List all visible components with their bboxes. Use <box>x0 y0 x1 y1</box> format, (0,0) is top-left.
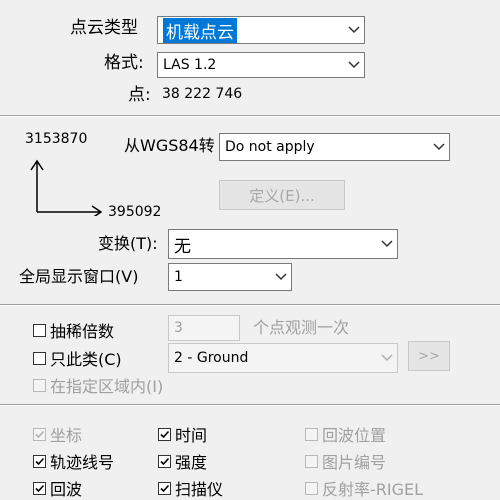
checkbox-box[interactable] <box>33 378 46 392</box>
cloud-type-select[interactable]: 机载点云 <box>157 16 365 44</box>
thin-value: 3 <box>174 320 183 336</box>
checkmark-icon <box>35 430 45 438</box>
points-value: 38 222 746 <box>162 86 243 102</box>
class-value: 2 - Ground <box>174 350 249 366</box>
attr-echo-checkbox[interactable]: 回波 <box>33 476 82 500</box>
checkmark-icon <box>160 484 170 492</box>
chevron-down-icon[interactable] <box>271 264 291 290</box>
class-select[interactable]: 2 - Ground <box>168 343 398 373</box>
transform-value: 无 <box>174 236 191 257</box>
format-value: LAS 1.2 <box>163 57 217 73</box>
attr-line-no-label: 轨迹线号 <box>50 453 115 472</box>
checkbox-box[interactable] <box>33 427 46 441</box>
chevron-down-icon[interactable] <box>377 344 397 372</box>
checkbox-box[interactable] <box>158 427 171 441</box>
attr-reflect-checkbox[interactable]: 反射率-RIGEL <box>305 476 423 500</box>
attr-echo-pos-label: 回波位置 <box>322 426 387 445</box>
chevron-down-icon[interactable] <box>344 53 364 77</box>
thin-input[interactable]: 3 <box>168 315 240 341</box>
attr-coord-checkbox[interactable]: 坐标 <box>33 422 82 446</box>
checkmark-icon <box>160 457 170 465</box>
checkmark-icon <box>35 484 45 492</box>
checkbox-box[interactable] <box>158 454 171 468</box>
attr-intensity-label: 强度 <box>175 453 208 472</box>
global-window-select[interactable]: 1 <box>168 263 292 291</box>
checkbox-box[interactable] <box>33 454 46 468</box>
thin-label: 抽稀倍数 <box>50 322 115 341</box>
checkbox-box[interactable] <box>158 481 171 495</box>
attr-scanner-checkbox[interactable]: 扫描仪 <box>158 476 223 500</box>
region-label: 在指定区域内(I) <box>50 377 164 396</box>
axis-arrows-icon <box>28 158 108 220</box>
format-label: 格式: <box>104 53 144 73</box>
chevron-down-icon[interactable] <box>377 230 397 258</box>
checkmark-icon <box>35 457 45 465</box>
checkbox-box[interactable] <box>305 454 318 468</box>
wgs-transform-label: 从WGS84转 <box>124 136 215 155</box>
attr-image-no-checkbox[interactable]: 图片编号 <box>305 449 386 473</box>
cloud-type-label: 点云类型 <box>70 18 138 38</box>
checkbox-box[interactable] <box>33 481 46 495</box>
checkbox-box[interactable] <box>305 427 318 441</box>
attr-line-no-checkbox[interactable]: 轨迹线号 <box>33 449 114 473</box>
global-window-value: 1 <box>174 269 183 285</box>
format-select[interactable]: LAS 1.2 <box>157 52 365 78</box>
wgs-transform-select[interactable]: Do not apply <box>219 133 450 161</box>
checkbox-box[interactable] <box>305 481 318 495</box>
define-button[interactable]: 定义(E)... <box>219 180 345 210</box>
class-only-checkbox[interactable]: 只此类(C) <box>33 346 122 370</box>
transform-select[interactable]: 无 <box>168 229 398 259</box>
attr-time-label: 时间 <box>175 426 208 445</box>
class-only-label: 只此类(C) <box>50 350 122 369</box>
attr-time-checkbox[interactable]: 时间 <box>158 422 207 446</box>
attr-echo-pos-checkbox[interactable]: 回波位置 <box>305 422 386 446</box>
checkbox-box[interactable] <box>33 351 46 365</box>
checkmark-icon <box>160 430 170 438</box>
chevron-down-icon[interactable] <box>429 134 449 160</box>
attr-reflect-label: 反射率-RIGEL <box>322 480 424 499</box>
attr-intensity-checkbox[interactable]: 强度 <box>158 449 207 473</box>
attr-echo-label: 回波 <box>50 480 83 499</box>
cloud-type-selected-value: 机载点云 <box>163 17 237 43</box>
points-label: 点: <box>128 85 151 105</box>
attr-image-no-label: 图片编号 <box>322 453 387 472</box>
attr-scanner-label: 扫描仪 <box>175 480 224 499</box>
x-coordinate-value: 395092 <box>108 204 162 220</box>
class-more-button[interactable]: >> <box>408 341 450 371</box>
y-coordinate-value: 3153870 <box>25 131 88 147</box>
region-checkbox[interactable]: 在指定区域内(I) <box>33 373 163 397</box>
chevron-down-icon[interactable] <box>344 17 364 43</box>
thin-suffix-label: 个点观测一次 <box>253 318 350 337</box>
thin-checkbox[interactable]: 抽稀倍数 <box>33 318 114 342</box>
global-window-label: 全局显示窗口(V) <box>19 267 139 286</box>
separator-3 <box>0 404 500 406</box>
separator-1 <box>0 115 500 117</box>
checkbox-box[interactable] <box>33 323 46 337</box>
separator-2 <box>0 304 500 306</box>
wgs-transform-value: Do not apply <box>225 139 315 155</box>
attr-coord-label: 坐标 <box>50 426 83 445</box>
transform-label: 变换(T): <box>98 234 158 253</box>
